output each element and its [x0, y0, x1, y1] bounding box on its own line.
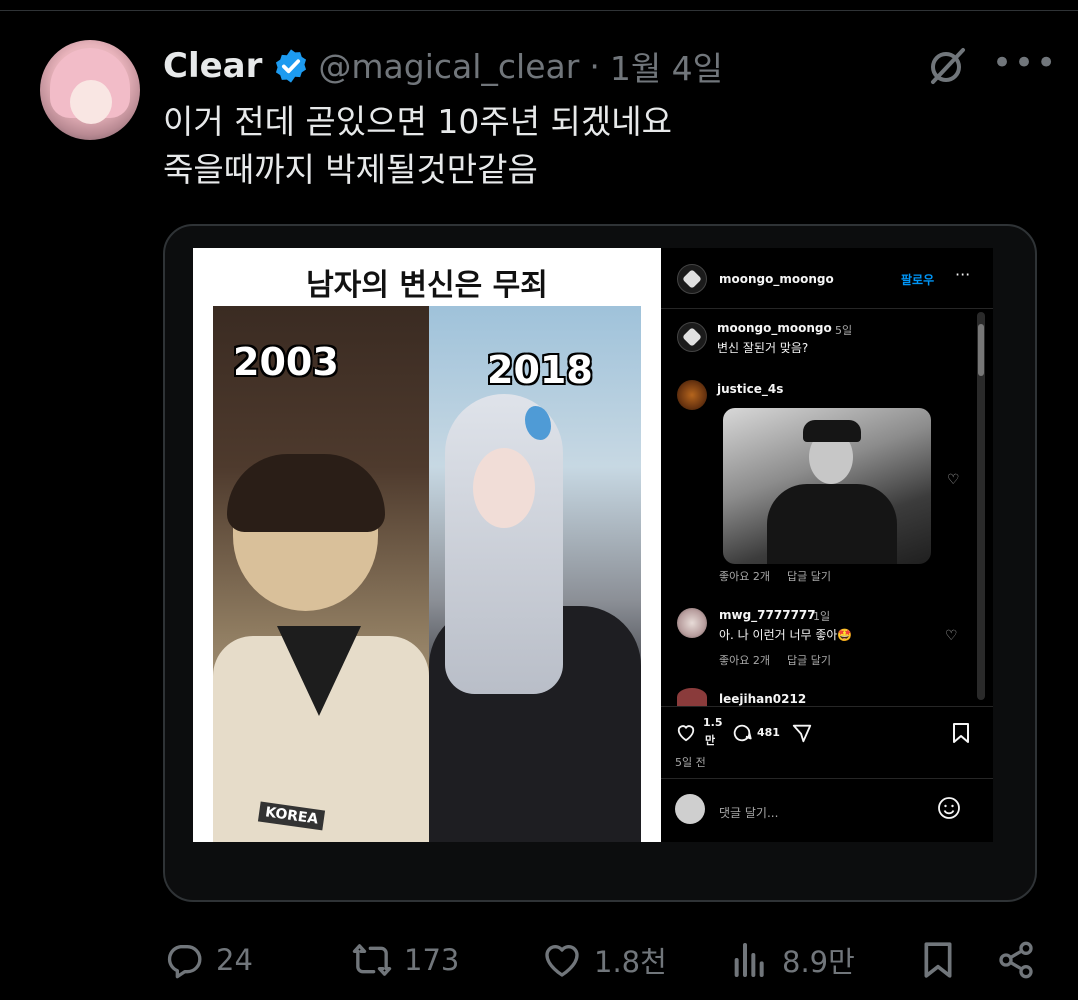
caption-user-avatar	[677, 322, 707, 352]
ig-comment-placeholder: 댓글 달기...	[719, 806, 779, 820]
comment1-heart-icon: ♡	[947, 472, 960, 488]
views-icon	[734, 943, 764, 977]
photo-person-body	[767, 484, 897, 564]
grok-icon[interactable]	[925, 44, 969, 88]
ig-like-icon	[677, 725, 695, 742]
ig-save-icon	[953, 723, 969, 743]
instagram-panel: moongo_moongo 팔로우 ··· moongo_moongo 5일 변…	[661, 248, 993, 842]
media-card[interactable]: 남자의 변신은 무죄 KOREA 2003 2018 moongo_moongo…	[163, 224, 1037, 902]
embedded-screenshot: 남자의 변신은 무죄 KOREA 2003 2018 moongo_moongo…	[193, 248, 993, 842]
follow-button: 팔로우	[901, 273, 935, 287]
top-divider	[0, 10, 1078, 11]
tweet-date[interactable]: 1월 4일	[610, 42, 723, 90]
ig-commenter-avatar	[675, 794, 705, 824]
comment2-heart-icon: ♡	[945, 628, 958, 644]
verified-badge-icon[interactable]	[272, 47, 310, 85]
cosplay-hair	[445, 394, 563, 694]
post-user-avatar	[677, 264, 707, 294]
more-icon[interactable]: •••	[992, 46, 1056, 84]
ig-comment-icon	[733, 724, 752, 742]
tweet-header: Clear @magical_clear · 1월 4일	[163, 43, 723, 89]
year-2003-label: 2003	[233, 340, 339, 384]
like-icon	[545, 945, 579, 977]
caption-time: 5일	[835, 324, 853, 337]
repost-button[interactable]: 173	[352, 930, 459, 990]
ig-like-count-top: 1.5	[703, 716, 723, 729]
photo-person-cap	[803, 420, 861, 442]
reply-icon	[167, 945, 202, 979]
tweet-text-line1: 이거 전데 곧있으면 10주년 되겠네요	[163, 102, 672, 141]
reply-count: 24	[216, 943, 253, 977]
meme-image: 남자의 변신은 무죄 KOREA 2003 2018	[193, 248, 661, 842]
repost-count: 173	[404, 943, 460, 977]
like-count: 1.8천	[594, 945, 667, 979]
ig-comment-count: 481	[757, 726, 780, 739]
ig-comment-divider	[661, 778, 993, 779]
meme-title: 남자의 변신은 무죄	[306, 268, 548, 303]
ig-scroll-thumb	[978, 324, 984, 376]
views-button[interactable]: 8.9만	[730, 930, 855, 990]
ig-emoji-icon	[938, 797, 960, 819]
avatar-face	[70, 80, 112, 124]
caption-text: 변신 잘된거 맞음?	[717, 341, 809, 355]
comment2-text: 아. 나 이런거 너무 좋아🤩	[719, 628, 853, 642]
tweet-text: 이거 전데 곧있으면 10주년 되겠네요 죽을때까지 박제될것만같음	[163, 98, 672, 194]
comment1-likes: 좋아요 2개	[719, 570, 770, 583]
like-button[interactable]: 1.8천	[542, 930, 667, 990]
tweet-actions: 24 173 1.8천 8.9만	[0, 930, 1078, 990]
comment2-time: 1일	[813, 610, 831, 623]
tweet-text-line2: 죽을때까지 박제될것만같음	[163, 150, 538, 189]
reply-button[interactable]: 24	[164, 930, 253, 990]
year-2018-label: 2018	[487, 348, 593, 392]
bookmark-icon	[924, 942, 952, 978]
mwg-avatar	[677, 608, 707, 638]
cosplay-face	[473, 448, 535, 528]
comment1-photo	[723, 408, 931, 564]
ig-share-icon	[792, 724, 812, 743]
ig-actions-divider	[661, 706, 993, 707]
comment2-likes: 좋아요 2개	[719, 654, 770, 667]
comment1-user: justice_4s	[717, 382, 784, 396]
share-icon	[999, 941, 1033, 979]
repost-icon	[352, 944, 392, 976]
caption-user: moongo_moongo	[717, 321, 832, 335]
photo-2003: KOREA	[213, 306, 429, 842]
views-count: 8.9만	[782, 945, 855, 979]
comment3-user: leejihan0212	[719, 692, 807, 706]
ig-more-icon: ···	[955, 265, 971, 284]
kid-hair	[227, 454, 385, 532]
avatar[interactable]	[40, 40, 140, 140]
ig-post-age: 5일 전	[675, 756, 706, 769]
post-user: moongo_moongo	[719, 272, 834, 286]
bookmark-button[interactable]	[918, 930, 970, 990]
ig-like-count-bottom: 만	[705, 734, 716, 747]
ig-header-divider	[661, 308, 993, 309]
comment1-reply: 답글 달기	[787, 570, 831, 583]
author-handle[interactable]: @magical_clear	[318, 47, 579, 86]
justice-avatar	[677, 380, 707, 410]
header-separator: ·	[589, 46, 600, 86]
author-name[interactable]: Clear	[163, 46, 262, 86]
share-button[interactable]	[996, 930, 1048, 990]
comment2-reply: 답글 달기	[787, 654, 831, 667]
comment2-user: mwg_7777777	[719, 608, 816, 622]
leejihan-avatar	[677, 688, 707, 706]
